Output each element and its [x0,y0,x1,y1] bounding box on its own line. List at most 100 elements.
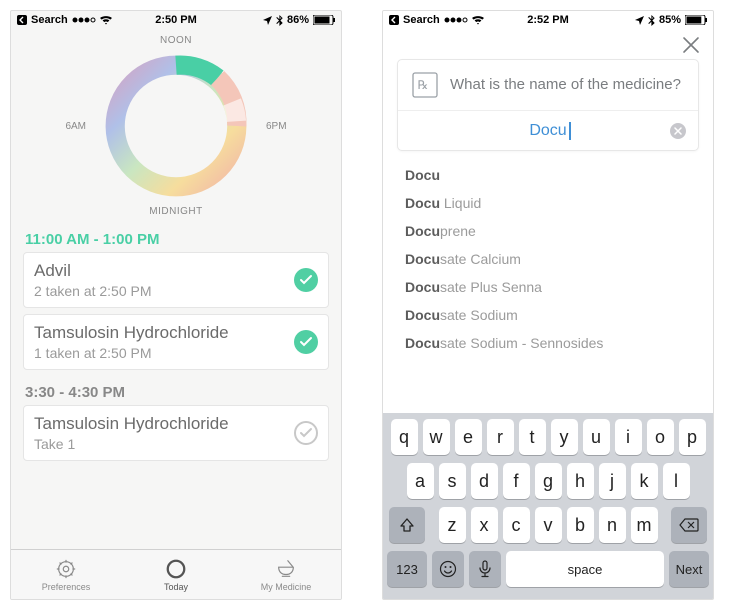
back-label[interactable]: Search [403,14,440,26]
dose-ring-icon [96,46,256,206]
medicine-name-input-row[interactable] [398,110,698,150]
key-z[interactable]: z [439,507,466,543]
next-key[interactable]: Next [669,551,709,587]
today-screen: Search 2:50 PM 86% NOON 6AM [10,10,342,600]
status-time: 2:52 PM [527,14,569,26]
key-r[interactable]: r [487,419,514,455]
status-bar: Search 2:52 PM 85% [383,11,713,29]
key-t[interactable]: t [519,419,546,455]
backspace-key[interactable] [671,507,707,543]
wifi-icon [100,16,112,25]
tab-bar: Preferences Today My Medicine [11,549,341,599]
taken-check-icon[interactable] [294,268,318,292]
dose-list: 11:00 AM - 1:00 PM Advil 2 taken at 2:50… [11,217,341,467]
location-icon [263,16,272,25]
suggestion-item[interactable]: Docusate Plus Senna [405,273,691,301]
key-s[interactable]: s [439,463,466,499]
key-a[interactable]: a [407,463,434,499]
battery-icon [685,15,707,25]
key-m[interactable]: m [631,507,658,543]
location-icon [635,16,644,25]
tab-label: Today [164,582,188,592]
key-i[interactable]: i [615,419,642,455]
medicine-card[interactable]: Advil 2 taken at 2:50 PM [23,252,329,308]
key-v[interactable]: v [535,507,562,543]
add-medicine-screen: Search 2:52 PM 85% ℞ What is the name of… [382,10,714,600]
medicine-subtitle: 1 taken at 2:50 PM [34,345,229,361]
suggestion-item[interactable]: Docu [405,161,691,189]
suggestion-item[interactable]: Docuprene [405,217,691,245]
shift-key[interactable] [389,507,425,543]
battery-pct: 85% [659,14,681,26]
clock-label-midnight: MIDNIGHT [149,206,202,217]
suggestion-item[interactable]: Docusate Calcium [405,245,691,273]
key-g[interactable]: g [535,463,562,499]
medicine-subtitle: 2 taken at 2:50 PM [34,283,152,299]
cell-signal-icon [72,16,96,24]
dose-clock: NOON 6AM 6PM MIDNIGHT [11,29,341,217]
tab-label: My Medicine [261,582,312,592]
prompt-text: What is the name of the medicine? [450,76,681,95]
svg-text:℞: ℞ [418,78,429,92]
status-time: 2:50 PM [155,14,197,26]
numeric-key[interactable]: 123 [387,551,427,587]
keyboard: qwertyuiop asdfghjkl zxcvbnm 123 space N… [383,413,713,599]
wifi-icon [472,16,484,25]
key-y[interactable]: y [551,419,578,455]
tab-today[interactable]: Today [121,550,231,599]
key-l[interactable]: l [663,463,690,499]
key-q[interactable]: q [391,419,418,455]
key-d[interactable]: d [471,463,498,499]
clock-label-noon: NOON [160,35,192,46]
dictation-key[interactable] [469,551,501,587]
tab-preferences[interactable]: Preferences [11,550,121,599]
key-e[interactable]: e [455,419,482,455]
key-x[interactable]: x [471,507,498,543]
key-f[interactable]: f [503,463,530,499]
pending-check-icon[interactable] [294,421,318,445]
key-c[interactable]: c [503,507,530,543]
back-label[interactable]: Search [31,14,68,26]
medicine-name: Advil [34,261,152,281]
prompt-card: ℞ What is the name of the medicine? [397,59,699,151]
time-slot-header: 11:00 AM - 1:00 PM [25,231,329,248]
close-icon[interactable] [681,35,701,55]
back-chevron-icon[interactable] [17,15,27,25]
clock-label-6am: 6AM [65,121,86,132]
medicine-card[interactable]: Tamsulosin Hydrochloride 1 taken at 2:50… [23,314,329,370]
space-key[interactable]: space [506,551,664,587]
key-j[interactable]: j [599,463,626,499]
clear-input-icon[interactable] [670,123,686,139]
text-caret [569,122,571,140]
battery-pct: 86% [287,14,309,26]
emoji-key[interactable] [432,551,464,587]
key-k[interactable]: k [631,463,658,499]
cell-signal-icon [444,16,468,24]
key-w[interactable]: w [423,419,450,455]
key-h[interactable]: h [567,463,594,499]
back-chevron-icon[interactable] [389,15,399,25]
key-n[interactable]: n [599,507,626,543]
clock-label-6pm: 6PM [266,121,287,132]
medicine-card[interactable]: Tamsulosin Hydrochloride Take 1 [23,405,329,461]
tab-label: Preferences [42,582,91,592]
circle-icon [165,558,187,580]
time-slot-header: 3:30 - 4:30 PM [25,384,329,401]
status-bar: Search 2:50 PM 86% [11,11,341,29]
suggestion-item[interactable]: Docusate Sodium [405,301,691,329]
key-p[interactable]: p [679,419,706,455]
key-u[interactable]: u [583,419,610,455]
suggestion-item[interactable]: Docu Liquid [405,189,691,217]
suggestion-item[interactable]: Docusate Sodium - Sennosides [405,329,691,357]
rx-icon: ℞ [412,72,438,98]
key-b[interactable]: b [567,507,594,543]
taken-check-icon[interactable] [294,330,318,354]
medicine-name-input[interactable] [398,122,698,140]
bluetooth-icon [648,15,655,26]
tab-my-medicine[interactable]: My Medicine [231,550,341,599]
medicine-name: Tamsulosin Hydrochloride [34,323,229,343]
key-o[interactable]: o [647,419,674,455]
bluetooth-icon [276,15,283,26]
medicine-subtitle: Take 1 [34,436,229,452]
battery-icon [313,15,335,25]
